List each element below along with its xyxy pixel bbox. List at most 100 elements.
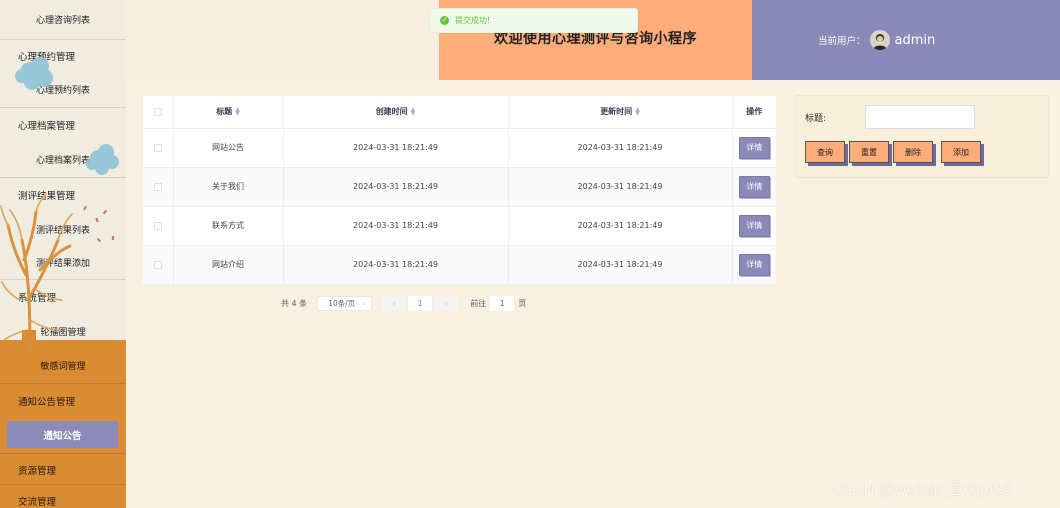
table-row: 联系方式 2024-03-31 18:21:49 2024-03-31 18:2… xyxy=(143,206,776,246)
cell-updated: 2024-03-31 18:21:49 xyxy=(507,128,732,168)
sort-icon[interactable]: ▲ ▼ xyxy=(235,106,240,116)
sidebar-item-label: 测评结果列表 xyxy=(35,225,90,236)
cell-updated: 2024-03-31 18:21:49 xyxy=(507,167,732,207)
detail-button[interactable]: 详情 xyxy=(738,175,770,198)
sidebar-item-label: 心理预约管理 xyxy=(18,52,76,63)
sidebar-item-appointment-list[interactable]: 心理预约列表 xyxy=(0,72,126,108)
row-checkbox[interactable] xyxy=(153,221,162,230)
sidebar-item-eval-list[interactable]: 测评结果列表 xyxy=(0,212,126,246)
current-user-name[interactable]: admin xyxy=(895,33,936,48)
page-size-select[interactable]: 10条/页 ⌄ xyxy=(317,295,373,311)
sidebar-item-archive-list[interactable]: 心理档案列表 xyxy=(0,142,126,178)
sidebar-item-sensitive-words[interactable]: 敏感词管理 xyxy=(0,348,126,384)
row-select-cell xyxy=(143,245,173,285)
sidebar-item-resource-mgmt[interactable]: 资源管理 xyxy=(0,456,126,485)
column-header-updated[interactable]: 更新时间 ▲ ▼ xyxy=(507,96,732,129)
cell-updated: 2024-03-31 18:21:49 xyxy=(507,206,732,246)
sidebar-item-label: 心理咨询列表 xyxy=(35,16,90,26)
chevron-left-icon: ‹ xyxy=(392,298,396,308)
sidebar-item-label: 轮播图管理 xyxy=(40,327,86,338)
avatar[interactable] xyxy=(869,30,890,50)
page-number-current[interactable]: 1 xyxy=(408,295,433,311)
cell-created: 2024-03-31 18:21:49 xyxy=(282,167,508,207)
sidebar-item-label: 敏感词管理 xyxy=(40,362,86,372)
delete-button[interactable]: 删除 xyxy=(893,141,933,163)
data-table: 标题 ▲ ▼ 创建时间 ▲ ▼ 更新时间 ▲ ▼ 操作 网站公告 2024-03-31 18… xyxy=(143,96,776,285)
header-left-panel xyxy=(126,0,439,80)
title-search-label: 标题: xyxy=(805,114,827,124)
watermark: CSDN @weixin_ZYKJ985 xyxy=(832,481,1013,499)
column-header-action: 操作 xyxy=(731,96,776,129)
cell-action: 详情 xyxy=(731,167,776,207)
sidebar-item-label: 心理档案管理 xyxy=(18,121,76,132)
column-header-title[interactable]: 标题 ▲ ▼ xyxy=(172,96,283,129)
cell-created: 2024-03-31 18:21:49 xyxy=(282,245,508,285)
select-all-cell xyxy=(143,96,173,129)
cell-title: 网站介绍 xyxy=(172,245,283,285)
sort-icon[interactable]: ▲ ▼ xyxy=(411,106,416,116)
select-all-checkbox[interactable] xyxy=(153,107,162,116)
column-header-label: 更新时间 xyxy=(600,107,633,117)
column-header-label: 标题 xyxy=(216,107,233,117)
cell-created: 2024-03-31 18:21:49 xyxy=(282,206,508,246)
page-unit-label: 页 xyxy=(518,298,527,308)
row-checkbox[interactable] xyxy=(153,182,162,191)
title-search-input[interactable] xyxy=(865,105,975,129)
row-checkbox[interactable] xyxy=(153,260,162,269)
next-page-button[interactable]: › xyxy=(434,295,459,311)
cell-action: 详情 xyxy=(731,245,776,285)
cell-created: 2024-03-31 18:21:49 xyxy=(282,128,508,168)
chevron-right-icon: › xyxy=(444,298,448,308)
sidebar-divider xyxy=(0,453,126,454)
sidebar-item-archive-mgmt[interactable]: 心理档案管理 xyxy=(0,108,126,142)
cell-title: 网站公告 xyxy=(172,128,283,168)
pagination-total: 共 4 条 xyxy=(281,298,308,308)
sidebar-item-label: 测评结果添加 xyxy=(35,259,90,269)
column-header-created[interactable]: 创建时间 ▲ ▼ xyxy=(282,96,508,129)
cell-updated: 2024-03-31 18:21:49 xyxy=(507,245,732,285)
toast-message: 提交成功! xyxy=(455,16,491,25)
row-checkbox[interactable] xyxy=(153,143,162,152)
goto-page-input[interactable]: 1 xyxy=(490,295,515,311)
detail-button[interactable]: 详情 xyxy=(738,214,770,237)
detail-button[interactable]: 详情 xyxy=(738,253,770,276)
page-size-value: 10条/页 xyxy=(328,298,356,308)
cell-action: 详情 xyxy=(731,206,776,246)
row-select-cell xyxy=(143,167,173,207)
sidebar-item-label: 资源管理 xyxy=(18,466,57,477)
add-button[interactable]: 添加 xyxy=(941,141,981,163)
table-header-row: 标题 ▲ ▼ 创建时间 ▲ ▼ 更新时间 ▲ ▼ 操作 xyxy=(143,96,776,129)
sidebar-item-label: 交流管理 xyxy=(18,497,57,508)
reset-button[interactable]: 重置 xyxy=(849,141,889,163)
chevron-down-icon: ⌄ xyxy=(361,299,368,307)
user-avatar-icon xyxy=(869,30,890,50)
notice-table: 标题 ▲ ▼ 创建时间 ▲ ▼ 更新时间 ▲ ▼ 操作 网站公告 2024-03-31 18… xyxy=(143,96,776,285)
cell-title: 关于我们 xyxy=(172,167,283,207)
row-select-cell xyxy=(143,206,173,246)
sidebar-item-label: 测评结果管理 xyxy=(18,191,76,202)
sidebar-item-system-mgmt[interactable]: 系统管理 xyxy=(0,280,126,314)
sidebar-item-consult-list[interactable]: 心理咨询列表 xyxy=(0,0,126,40)
sidebar-item-eval-mgmt[interactable]: 测评结果管理 xyxy=(0,178,126,212)
sidebar-item-label: 心理档案列表 xyxy=(35,156,90,166)
sidebar-item-carousel-mgmt[interactable]: 轮播图管理 xyxy=(0,314,126,348)
header-user-panel: 当前用户： admin xyxy=(752,0,1060,80)
goto-label: 前往 xyxy=(470,298,487,308)
detail-button[interactable]: 详情 xyxy=(738,136,770,159)
sort-icon[interactable]: ▲ ▼ xyxy=(635,106,640,116)
sidebar-item-notice[interactable]: 通知公告 xyxy=(7,421,118,448)
query-button[interactable]: 查询 xyxy=(805,141,845,163)
sidebar-item-exchange-mgmt[interactable]: 交流管理 xyxy=(0,486,126,508)
table-row: 关于我们 2024-03-31 18:21:49 2024-03-31 18:2… xyxy=(143,167,776,207)
row-select-cell xyxy=(143,128,173,168)
sidebar-item-eval-add[interactable]: 测评结果添加 xyxy=(0,246,126,280)
current-user-label: 当前用户： xyxy=(818,36,866,47)
column-header-label: 创建时间 xyxy=(375,107,408,117)
sidebar-item-notice-mgmt[interactable]: 通知公告管理 xyxy=(0,384,126,418)
cell-title: 联系方式 xyxy=(172,206,283,246)
prev-page-button[interactable]: ‹ xyxy=(382,295,407,311)
sidebar-item-appointment-mgmt[interactable]: 心理预约管理 xyxy=(0,40,126,72)
success-toast: ✓ 提交成功! xyxy=(430,8,638,33)
search-panel: 标题: 查询 重置 删除 添加 xyxy=(795,95,1049,178)
sidebar-item-label: 心理预约列表 xyxy=(35,86,90,96)
